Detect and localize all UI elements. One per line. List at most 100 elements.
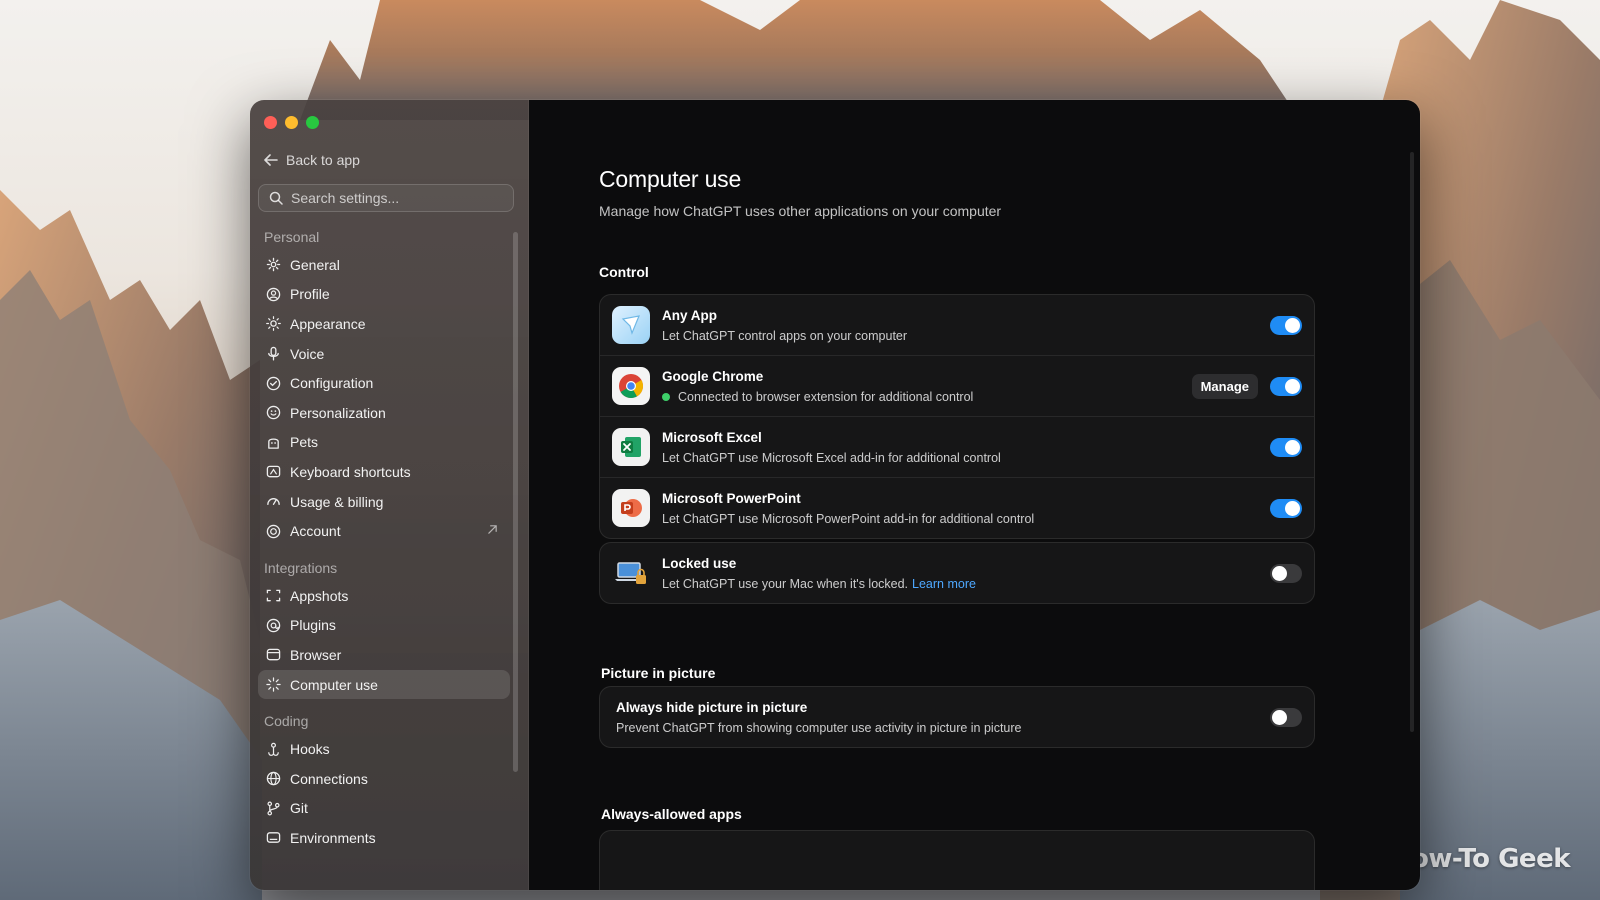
section-title-coding: Coding	[264, 713, 309, 730]
any-app-toggle[interactable]	[1270, 315, 1302, 335]
sidebar-item-label: Hooks	[290, 741, 330, 758]
sun-icon	[266, 316, 281, 332]
page-header: Computer use Manage how ChatGPT uses oth…	[599, 166, 1319, 219]
control-card: Any App Let ChatGPT control apps on your…	[599, 294, 1315, 539]
back-to-app-button[interactable]: Back to app	[264, 152, 360, 168]
google-chrome-icon	[612, 367, 650, 405]
sidebar-item-keyboard-shortcuts[interactable]: Keyboard shortcuts	[258, 457, 510, 487]
sidebar-item-general[interactable]: General	[258, 250, 510, 280]
search-input[interactable]	[291, 190, 491, 206]
microphone-icon	[268, 346, 279, 361]
manage-button[interactable]: Manage	[1191, 373, 1258, 399]
sidebar-item-label: Profile	[290, 286, 330, 303]
control-row-google-chrome: Google Chrome Connected to browser exten…	[600, 355, 1314, 416]
sidebar-nav: Personal General Profile Appearance Voic…	[258, 220, 510, 853]
sidebar-item-label: Account	[290, 523, 341, 540]
page-title: Computer use	[599, 166, 742, 192]
close-window-button[interactable]	[264, 116, 277, 129]
sidebar-item-label: Connections	[290, 770, 368, 787]
main-scrollbar[interactable]	[1410, 152, 1414, 732]
sidebar-scrollbar[interactable]	[513, 232, 518, 772]
row-title: Any App	[662, 307, 717, 323]
microsoft-excel-toggle[interactable]	[1270, 437, 1302, 457]
always-hide-pip-toggle[interactable]	[1270, 707, 1302, 727]
page-subtitle: Manage how ChatGPT uses other applicatio…	[599, 203, 1002, 219]
sidebar-item-label: Appearance	[290, 315, 366, 332]
gauge-icon	[267, 498, 280, 506]
row-title: Microsoft Excel	[662, 429, 762, 445]
row-description: Let ChatGPT control apps on your compute…	[662, 328, 908, 343]
locked-use-toggle[interactable]	[1270, 563, 1302, 583]
row-description: Connected to browser extension for addit…	[678, 389, 974, 404]
sidebar-item-connections[interactable]: Connections	[258, 764, 510, 794]
window-controls	[264, 116, 319, 129]
sidebar-item-label: Computer use	[290, 676, 378, 693]
minimize-window-button[interactable]	[285, 116, 298, 129]
row-description: Let ChatGPT use Microsoft PowerPoint add…	[662, 511, 1035, 526]
globe-icon	[266, 771, 281, 786]
sidebar-item-label: Pets	[290, 434, 319, 451]
row-description: Prevent ChatGPT from showing computer us…	[616, 720, 1022, 735]
sidebar-item-label: Plugins	[290, 617, 336, 634]
settings-window: Back to app Personal General Profile App	[250, 100, 1420, 890]
microsoft-excel-icon	[612, 428, 650, 466]
sidebar-item-git[interactable]: Git	[258, 794, 510, 824]
sidebar: Back to app Personal General Profile App	[250, 100, 529, 890]
browser-icon	[266, 649, 281, 661]
account-icon	[266, 524, 281, 538]
sidebar-item-label: Environments	[290, 829, 376, 846]
profile-icon	[266, 287, 281, 302]
microsoft-powerpoint-toggle[interactable]	[1270, 498, 1302, 518]
sidebar-item-voice[interactable]: Voice	[258, 339, 510, 369]
row-title: Microsoft PowerPoint	[662, 490, 801, 506]
sidebar-item-account[interactable]: Account	[258, 516, 510, 546]
appshots-icon	[266, 589, 281, 602]
sidebar-item-pets[interactable]: Pets	[258, 428, 510, 458]
sidebar-item-plugins[interactable]: Plugins	[258, 611, 510, 641]
sidebar-item-label: Voice	[290, 345, 325, 362]
laptop-lock-icon	[612, 554, 650, 592]
plugins-icon	[266, 618, 281, 633]
section-heading-picture-in-picture: Picture in picture	[601, 665, 716, 681]
environments-icon	[266, 832, 281, 844]
learn-more-link[interactable]: Learn more	[912, 577, 976, 591]
hook-icon	[268, 742, 279, 756]
google-chrome-toggle[interactable]	[1270, 376, 1302, 396]
git-branch-icon	[267, 801, 280, 816]
search-box	[258, 184, 514, 212]
sidebar-item-appshots[interactable]: Appshots	[258, 581, 510, 611]
row-title: Locked use	[662, 555, 737, 571]
sidebar-item-configuration[interactable]: Configuration	[258, 368, 510, 398]
sidebar-item-environments[interactable]: Environments	[258, 823, 510, 853]
sidebar-item-appearance[interactable]: Appearance	[258, 309, 510, 339]
search-icon	[269, 191, 283, 205]
sidebar-item-label: Appshots	[290, 587, 349, 604]
external-link-icon	[488, 525, 497, 535]
back-to-app-label: Back to app	[286, 152, 360, 168]
sidebar-item-hooks[interactable]: Hooks	[258, 734, 510, 764]
sidebar-item-label: Git	[290, 800, 308, 817]
gear-icon	[266, 258, 281, 272]
sidebar-item-personalization[interactable]: Personalization	[258, 398, 510, 428]
locked-use-row: Locked use Let ChatGPT use your Mac when…	[600, 543, 1314, 603]
sidebar-item-usage-billing[interactable]: Usage & billing	[258, 487, 510, 517]
row-title: Always hide picture in picture	[616, 699, 808, 715]
sidebar-item-computer-use[interactable]: Computer use	[258, 669, 510, 700]
settings-main-panel: Computer use Manage how ChatGPT uses oth…	[529, 100, 1420, 890]
section-heading-always-allowed-apps: Always-allowed apps	[601, 806, 742, 822]
control-row-microsoft-excel: Microsoft Excel Let ChatGPT use Microsof…	[600, 416, 1314, 477]
sidebar-item-browser[interactable]: Browser	[258, 640, 510, 670]
keyboard-icon	[266, 466, 281, 478]
arrow-left-icon	[264, 154, 278, 166]
control-row-microsoft-powerpoint: Microsoft PowerPoint Let ChatGPT use Mic…	[600, 477, 1314, 538]
any-app-icon	[612, 306, 650, 344]
sidebar-item-label: General	[290, 256, 340, 273]
control-row-any-app: Any App Let ChatGPT control apps on your…	[600, 295, 1314, 355]
zoom-window-button[interactable]	[306, 116, 319, 129]
sidebar-item-label: Personalization	[290, 404, 386, 421]
picture-in-picture-card: Always hide picture in picture Prevent C…	[599, 686, 1315, 748]
always-allowed-apps-card	[599, 830, 1315, 890]
sidebar-item-label: Usage & billing	[290, 493, 384, 510]
sidebar-item-profile[interactable]: Profile	[258, 280, 510, 310]
personalization-icon	[266, 406, 281, 420]
